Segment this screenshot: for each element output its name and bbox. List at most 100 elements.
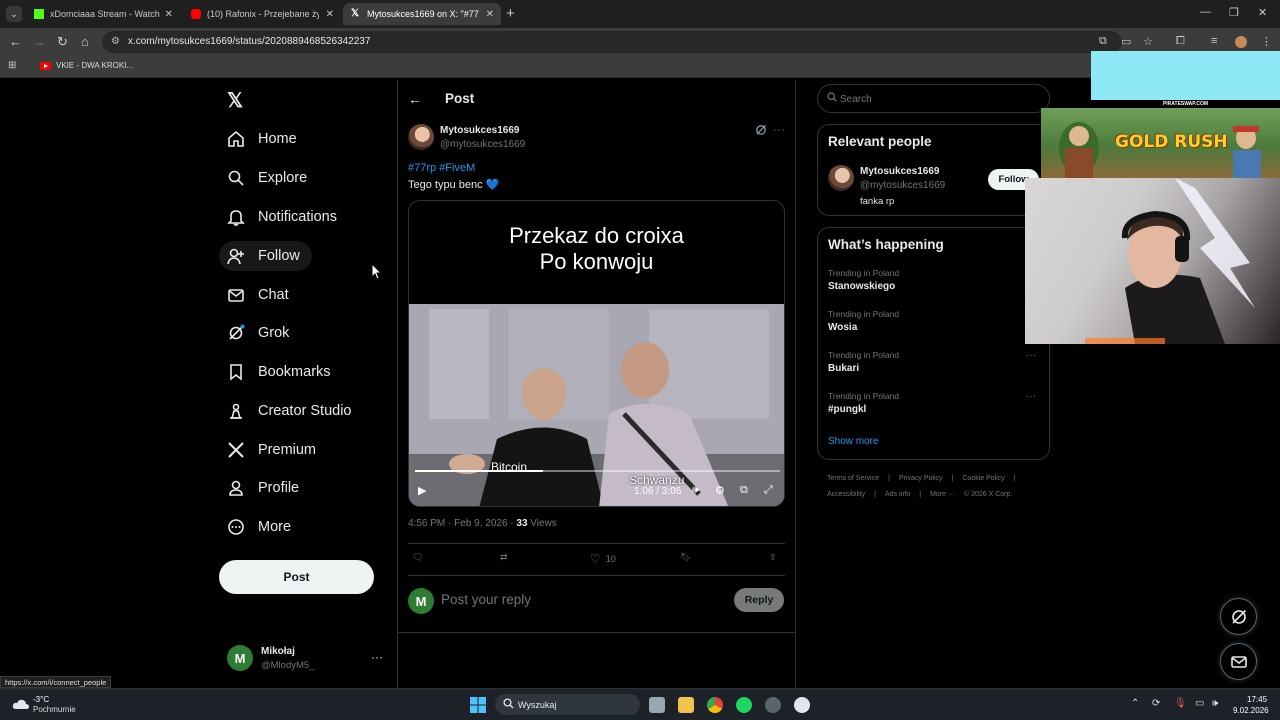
tab-search-button[interactable]: ⌄ xyxy=(6,6,22,22)
extensions-icon[interactable]: ⧠ xyxy=(1176,35,1185,48)
trend-more-icon[interactable]: ··· xyxy=(1026,391,1036,402)
post-more-icon[interactable]: ··· xyxy=(773,124,786,136)
minimize-icon[interactable]: — xyxy=(1200,6,1211,18)
nav-item-premium[interactable]: Premium xyxy=(219,435,328,465)
clock-time[interactable]: 17:45 xyxy=(1247,695,1267,704)
task-view-icon[interactable] xyxy=(649,697,665,713)
speaker-icon[interactable]: 🕪 xyxy=(1212,698,1218,709)
footer-link[interactable]: Accessibility xyxy=(827,491,865,498)
bookmark-action[interactable]: 🔖︎ xyxy=(680,552,696,563)
person-handle[interactable]: @mytosukces1669 xyxy=(860,180,945,191)
footer-link[interactable]: Terms of Service xyxy=(827,475,879,482)
reply-input[interactable]: Post your reply xyxy=(441,592,531,607)
back-arrow-icon[interactable]: ← xyxy=(408,91,422,107)
fullscreen-icon[interactable]: ⤢ xyxy=(764,484,773,497)
cloud-icon xyxy=(12,699,30,709)
show-more-link[interactable]: Show more xyxy=(828,436,879,447)
messages-float-button[interactable] xyxy=(1220,643,1257,680)
nav-item-profile[interactable]: Profile xyxy=(219,473,311,503)
cast-icon[interactable]: ▭ xyxy=(1121,35,1131,48)
close-tab-icon[interactable]: ✕ xyxy=(486,9,494,20)
author-handle[interactable]: @mytosukces1669 xyxy=(440,139,525,150)
video-player[interactable]: Przekaz do croixa Po konwoju Bitcoin Sch… xyxy=(408,200,785,507)
nav-item-follow[interactable]: Follow xyxy=(219,241,312,271)
forward-icon[interactable]: → xyxy=(33,34,46,49)
footer-sep: | xyxy=(951,475,954,482)
tray-chevron-icon[interactable]: ⌃ xyxy=(1131,698,1139,709)
nav-item-grok[interactable]: Grok xyxy=(219,318,301,348)
x-logo-icon[interactable]: 𝕏 xyxy=(227,88,243,113)
spotify-icon[interactable] xyxy=(736,697,752,713)
profile-avatar-icon[interactable] xyxy=(1235,36,1247,48)
author-name[interactable]: Mytosukces1669 xyxy=(440,125,520,136)
share-action[interactable]: ⇪ xyxy=(769,552,782,563)
new-tab-button[interactable]: + xyxy=(506,5,515,22)
reply-button[interactable]: Reply xyxy=(734,588,784,612)
footer-link[interactable]: Privacy Policy xyxy=(899,475,943,482)
weather-desc[interactable]: Pochmurnie xyxy=(33,705,76,714)
like-action[interactable]: ♡ 10 xyxy=(590,552,616,566)
reload-icon[interactable]: ↻ xyxy=(57,34,68,50)
nav-item-explore[interactable]: Explore xyxy=(219,163,319,193)
nav-item-notifications[interactable]: Notifications xyxy=(219,202,349,232)
obs-icon[interactable] xyxy=(794,697,810,713)
post-button[interactable]: Post xyxy=(219,560,374,594)
display-icon[interactable]: ▭ xyxy=(1195,698,1204,709)
home-icon[interactable]: ⌂ xyxy=(81,34,89,49)
close-window-icon[interactable]: ✕ xyxy=(1258,6,1267,19)
person-name[interactable]: Mytosukces1669 xyxy=(860,166,940,177)
apps-grid-icon[interactable]: ⊞ xyxy=(8,60,16,71)
translate-icon[interactable]: ⧉ xyxy=(1099,35,1107,48)
chrome-icon[interactable] xyxy=(707,697,723,713)
bookmark-item[interactable]: VKIE - DWA KROKI... xyxy=(40,61,133,70)
footer-link[interactable]: Ads info xyxy=(885,491,910,498)
volume-icon[interactable]: 🕪 xyxy=(692,484,699,497)
back-icon[interactable]: ← xyxy=(9,34,22,49)
nav-item-chat[interactable]: Chat xyxy=(219,280,301,310)
close-tab-icon[interactable]: ✕ xyxy=(165,9,173,20)
nav-item-more[interactable]: More xyxy=(219,512,303,542)
grok-float-button[interactable] xyxy=(1220,598,1257,635)
trend-more-icon[interactable]: ··· xyxy=(1026,350,1036,361)
menu-kebab-icon[interactable]: ⋮ xyxy=(1261,35,1272,48)
nav-item-bookmarks[interactable]: Bookmarks xyxy=(219,357,343,387)
account-name[interactable]: Mikołaj xyxy=(261,646,295,657)
kick-icon xyxy=(34,9,44,19)
microphone-icon[interactable]: 🎙︎ xyxy=(1174,698,1187,709)
windows-start-icon[interactable] xyxy=(470,697,486,713)
account-more-icon[interactable]: ··· xyxy=(371,650,383,664)
bookmark-star-icon[interactable]: ☆ xyxy=(1143,35,1153,48)
play-icon[interactable]: ▶ xyxy=(418,484,426,497)
reading-list-icon[interactable]: ≡ xyxy=(1211,35,1217,47)
weather-temp[interactable]: -3°C xyxy=(33,695,49,704)
repost-action[interactable]: ⇄ xyxy=(500,552,513,563)
app-icon[interactable] xyxy=(765,697,781,713)
footer-link[interactable]: More ··· xyxy=(930,491,955,498)
sync-icon[interactable]: ⟳ xyxy=(1152,698,1160,709)
site-info-icon[interactable]: ⚙ xyxy=(111,36,120,47)
pip-icon[interactable]: ⧉ xyxy=(740,484,748,497)
grok-icon[interactable] xyxy=(755,124,767,136)
tab-kick-stream[interactable]: xDomciaaa Stream - Watch Live ✕ xyxy=(26,3,180,25)
file-explorer-icon[interactable] xyxy=(678,697,694,713)
post-timestamp[interactable]: 4:56 PM · Feb 9, 2026 · xyxy=(408,518,516,529)
avatar[interactable] xyxy=(828,165,854,191)
avatar[interactable]: M xyxy=(227,645,253,671)
video-caption-line: Po konwoju xyxy=(539,249,654,274)
nav-item-home[interactable]: Home xyxy=(219,124,309,154)
settings-gear-icon[interactable]: ⚙ xyxy=(715,484,725,497)
address-bar[interactable]: ⚙ x.com/mytosukces1669/status/2020889468… xyxy=(102,31,1122,53)
close-tab-icon[interactable]: ✕ xyxy=(326,9,334,20)
clock-date[interactable]: 9.02.2026 xyxy=(1233,706,1269,715)
video-progress-bar[interactable] xyxy=(415,470,780,472)
search-input[interactable]: Search xyxy=(817,84,1050,113)
tab-youtube[interactable]: (10) Rafonix - Przejebane życie ✕ xyxy=(183,3,341,25)
footer-link[interactable]: Cookie Policy xyxy=(962,475,1004,482)
post-hashtags[interactable]: #77rp #FiveM xyxy=(408,162,475,174)
maximize-icon[interactable]: ❐ xyxy=(1229,6,1239,19)
tab-x-post[interactable]: 𝕏 Mytosukces1669 on X: "#77rp # ✕ xyxy=(343,3,501,25)
reply-action[interactable]: 🗨 xyxy=(412,552,428,563)
nav-item-creator-studio[interactable]: Creator Studio xyxy=(219,396,364,426)
avatar[interactable] xyxy=(408,124,434,150)
taskbar-search[interactable]: Wyszukaj xyxy=(495,694,640,715)
